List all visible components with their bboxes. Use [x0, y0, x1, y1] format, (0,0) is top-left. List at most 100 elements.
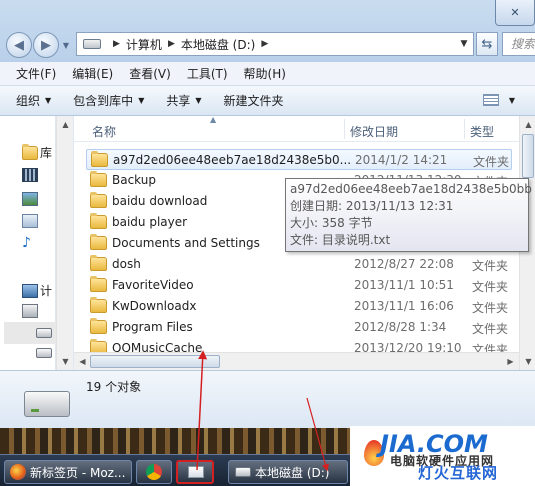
drive-icon — [36, 348, 52, 358]
chrome-icon — [146, 464, 162, 480]
menu-help[interactable]: 帮助(H) — [236, 65, 294, 82]
vertical-scroll-thumb[interactable] — [522, 134, 534, 178]
back-button[interactable]: ◀ — [6, 32, 32, 58]
file-name: Documents and Settings — [112, 236, 260, 250]
menu-bar: 文件(F) 编辑(E) 查看(V) 工具(T) 帮助(H) — [0, 62, 535, 86]
nav-item-drive[interactable] — [36, 348, 52, 358]
menu-tools[interactable]: 工具(T) — [179, 65, 236, 82]
taskbar-item-local-disk[interactable]: 本地磁盘 (D:) — [228, 460, 348, 484]
scroll-down-icon[interactable]: ▼ — [57, 353, 74, 370]
scroll-up-icon[interactable]: ▲ — [57, 116, 74, 133]
column-header-date[interactable]: 修改日期 — [350, 123, 398, 140]
share-button[interactable]: 共享 ▼ — [166, 92, 201, 109]
tooltip-created: 创建日期: 2013/11/13 12:31 — [290, 199, 454, 213]
change-view-button[interactable]: ▼ — [482, 94, 515, 106]
scroll-right-icon[interactable]: ▶ — [502, 353, 519, 370]
breadcrumb-separator-icon[interactable]: ▶ — [168, 39, 175, 49]
folder-icon — [91, 151, 108, 167]
forward-button[interactable]: ▶ — [33, 32, 59, 58]
folder-icon — [90, 213, 107, 229]
scroll-left-icon[interactable]: ◀ — [74, 353, 91, 370]
menu-view[interactable]: 查看(V) — [121, 65, 179, 82]
tooltip-files: 文件: 目录说明.txt — [290, 233, 391, 247]
horizontal-scroll-thumb[interactable] — [90, 355, 220, 368]
navigation-buttons: ◀ ▶ ▼ — [6, 32, 72, 58]
details-view-icon — [482, 94, 499, 106]
file-type: 文件夹 — [472, 280, 509, 294]
refresh-button[interactable]: ⇆ — [476, 32, 498, 56]
site-watermark: JIA.COM 电脑软硬件应用网 灯火互联网 — [350, 426, 535, 486]
explorer-icon — [188, 466, 204, 478]
file-name: FavoriteVideo — [112, 278, 194, 292]
title-bar: ✕ ◀ ▶ ▼ ▶ 计算机 ▶ 本地磁盘 (D:) ▶ ▼ ⇆ 搜索 — [0, 0, 535, 62]
sort-ascending-icon: ▲ — [210, 116, 217, 124]
new-folder-button[interactable]: 新建文件夹 — [224, 92, 284, 109]
file-row[interactable]: FavoriteVideo 2013/11/1 10:51 文件夹 — [86, 275, 512, 296]
breadcrumb-separator-icon[interactable]: ▶ — [113, 39, 120, 49]
file-row[interactable]: dosh 2012/8/27 22:08 文件夹 — [86, 254, 512, 275]
search-input[interactable]: 搜索 — [502, 32, 535, 56]
folder-icon — [90, 318, 107, 334]
column-header-type[interactable]: 类型 — [470, 123, 494, 140]
close-button[interactable]: ✕ — [495, 0, 535, 26]
taskbar-item-explorer[interactable] — [176, 460, 214, 484]
firefox-icon — [10, 464, 26, 480]
menu-edit[interactable]: 编辑(E) — [64, 65, 121, 82]
column-header-name[interactable]: 名称 — [92, 123, 116, 140]
folder-icon — [90, 192, 107, 208]
file-date: 2012/8/28 1:34 — [354, 320, 447, 334]
music-library-icon: ♪ — [22, 235, 31, 251]
nav-item-documents[interactable] — [22, 214, 38, 228]
document-library-icon — [22, 214, 38, 228]
file-row[interactable]: a97d2ed06ee48eeb7ae18d2438e5b0... 2014/1… — [86, 149, 512, 170]
nav-item-pictures[interactable] — [22, 192, 38, 206]
navigation-pane-scrollbar[interactable]: ▲ ▼ — [56, 116, 73, 370]
nav-item-music[interactable]: ♪ — [22, 236, 38, 250]
file-type: 文件夹 — [472, 259, 509, 273]
file-type: 文件夹 — [472, 301, 509, 315]
taskbar-item-firefox[interactable]: 新标签页 - Moz... — [4, 460, 132, 484]
nav-item-selected-drive[interactable] — [4, 322, 56, 344]
file-row[interactable]: KwDownloadx 2013/11/1 16:06 文件夹 — [86, 296, 512, 317]
watermark-line2: 灯火互联网 — [418, 464, 499, 482]
navigation-pane: 库 ♪ 计 — [0, 116, 56, 370]
taskbar-item-label: 本地磁盘 (D:) — [255, 465, 330, 480]
file-name: baidu download — [112, 194, 208, 208]
column-divider[interactable] — [464, 119, 465, 139]
address-dropdown-icon[interactable]: ▼ — [455, 39, 473, 49]
file-date: 2013/11/1 16:06 — [354, 299, 454, 313]
share-label: 共享 — [166, 94, 191, 108]
scroll-down-icon[interactable]: ▼ — [520, 353, 535, 370]
back-arrow-icon: ◀ — [14, 37, 24, 53]
drive-icon — [36, 328, 52, 338]
include-in-library-button[interactable]: 包含到库中 ▼ — [73, 92, 144, 109]
include-in-library-label: 包含到库中 — [73, 94, 134, 108]
nav-item-computer[interactable]: 计 — [22, 282, 52, 299]
breadcrumb-computer[interactable]: 计算机 — [126, 36, 162, 53]
organize-label: 组织 — [16, 94, 41, 108]
breadcrumb-local-disk[interactable]: 本地磁盘 (D:) — [181, 36, 255, 53]
folder-icon — [90, 234, 107, 250]
address-bar[interactable]: ▶ 计算机 ▶ 本地磁盘 (D:) ▶ ▼ — [76, 32, 474, 56]
nav-item-videos[interactable] — [22, 168, 38, 182]
nav-item-library[interactable]: 库 — [22, 143, 53, 161]
breadcrumb-separator-icon[interactable]: ▶ — [261, 39, 268, 49]
drive-icon — [235, 467, 251, 477]
nav-item-label: 库 — [40, 146, 53, 160]
recent-pages-dropdown[interactable]: ▼ — [60, 41, 72, 50]
file-row[interactable]: Program Files 2012/8/28 1:34 文件夹 — [86, 317, 512, 338]
file-name: baidu player — [112, 215, 188, 229]
column-divider[interactable] — [344, 119, 345, 139]
menu-file[interactable]: 文件(F) — [8, 65, 64, 82]
organize-button[interactable]: 组织 ▼ — [16, 92, 51, 109]
taskbar-item-chrome[interactable] — [136, 460, 172, 484]
folder-icon — [90, 171, 107, 187]
nav-item-system-drive[interactable] — [22, 304, 38, 318]
item-count: 19 个对象 — [86, 380, 142, 394]
forward-arrow-icon: ▶ — [41, 37, 51, 53]
scroll-up-icon[interactable]: ▲ — [520, 116, 535, 133]
file-date: 2012/8/27 22:08 — [354, 257, 454, 271]
file-type: 文件夹 — [472, 322, 509, 336]
tooltip-size: 大小: 358 字节 — [290, 216, 373, 230]
horizontal-scrollbar[interactable]: ◀ ▶ — [74, 352, 519, 370]
